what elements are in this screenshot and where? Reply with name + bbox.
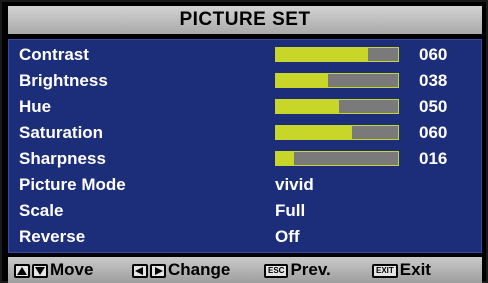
- setting-saturation[interactable]: Saturation 060: [9, 120, 483, 146]
- move-label: Move: [50, 260, 94, 279]
- help-exit: EXIT Exit: [372, 257, 431, 283]
- down-arrow-key-icon: [32, 263, 48, 278]
- slider-fill: [276, 74, 329, 87]
- setting-label: Brightness: [19, 71, 108, 90]
- setting-label: Contrast: [19, 45, 89, 64]
- setting-hue[interactable]: Hue 050: [9, 94, 483, 120]
- setting-label: Saturation: [19, 123, 104, 142]
- settings-panel: Contrast 060 Brightness 038 Hue 050 Satu…: [8, 39, 482, 253]
- setting-value: 060: [419, 123, 448, 142]
- setting-value: 060: [419, 45, 448, 64]
- setting-reverse[interactable]: Reverse Off: [9, 224, 483, 250]
- setting-label: Sharpness: [19, 149, 106, 168]
- left-arrow-key-icon: [132, 263, 148, 278]
- setting-sharpness[interactable]: Sharpness 016: [9, 146, 483, 172]
- sharpness-slider[interactable]: [275, 151, 399, 166]
- setting-label: Picture Mode: [19, 175, 126, 194]
- setting-brightness[interactable]: Brightness 038: [9, 68, 483, 94]
- change-label: Change: [168, 260, 231, 279]
- setting-label: Hue: [19, 97, 52, 116]
- help-prev: ESC Prev.: [264, 257, 331, 283]
- exit-label: Exit: [399, 260, 431, 279]
- slider-fill: [276, 48, 368, 61]
- setting-contrast[interactable]: Contrast 060: [9, 42, 483, 68]
- setting-scale[interactable]: Scale Full: [9, 198, 483, 224]
- setting-label: Scale: [19, 201, 64, 220]
- exit-key-icon: EXIT: [372, 263, 398, 278]
- setting-value: 038: [419, 71, 448, 90]
- help-change: Change: [132, 257, 230, 283]
- help-bar: Move Change ESC Prev. EXIT Exit: [8, 257, 482, 283]
- slider-fill: [276, 152, 295, 165]
- slider-fill: [276, 126, 352, 139]
- setting-picture-mode[interactable]: Picture Mode vivid: [9, 172, 483, 198]
- contrast-slider[interactable]: [275, 47, 399, 62]
- right-arrow-key-icon: [150, 263, 166, 278]
- menu-title: PICTURE SET: [8, 6, 482, 34]
- saturation-slider[interactable]: [275, 125, 399, 140]
- osd-menu: PICTURE SET Contrast 060 Brightness 038 …: [0, 0, 488, 283]
- setting-label: Reverse: [19, 227, 86, 246]
- up-arrow-key-icon: [14, 263, 30, 278]
- slider-fill: [276, 100, 340, 113]
- reverse-value[interactable]: Off: [275, 224, 300, 250]
- prev-label: Prev.: [290, 260, 331, 279]
- picture-mode-value[interactable]: vivid: [275, 172, 314, 198]
- scale-value[interactable]: Full: [275, 198, 305, 224]
- setting-value: 016: [419, 149, 448, 168]
- hue-slider[interactable]: [275, 99, 399, 114]
- setting-value: 050: [419, 97, 448, 116]
- help-move: Move: [14, 257, 93, 283]
- esc-key-icon: ESC: [264, 263, 289, 278]
- brightness-slider[interactable]: [275, 73, 399, 88]
